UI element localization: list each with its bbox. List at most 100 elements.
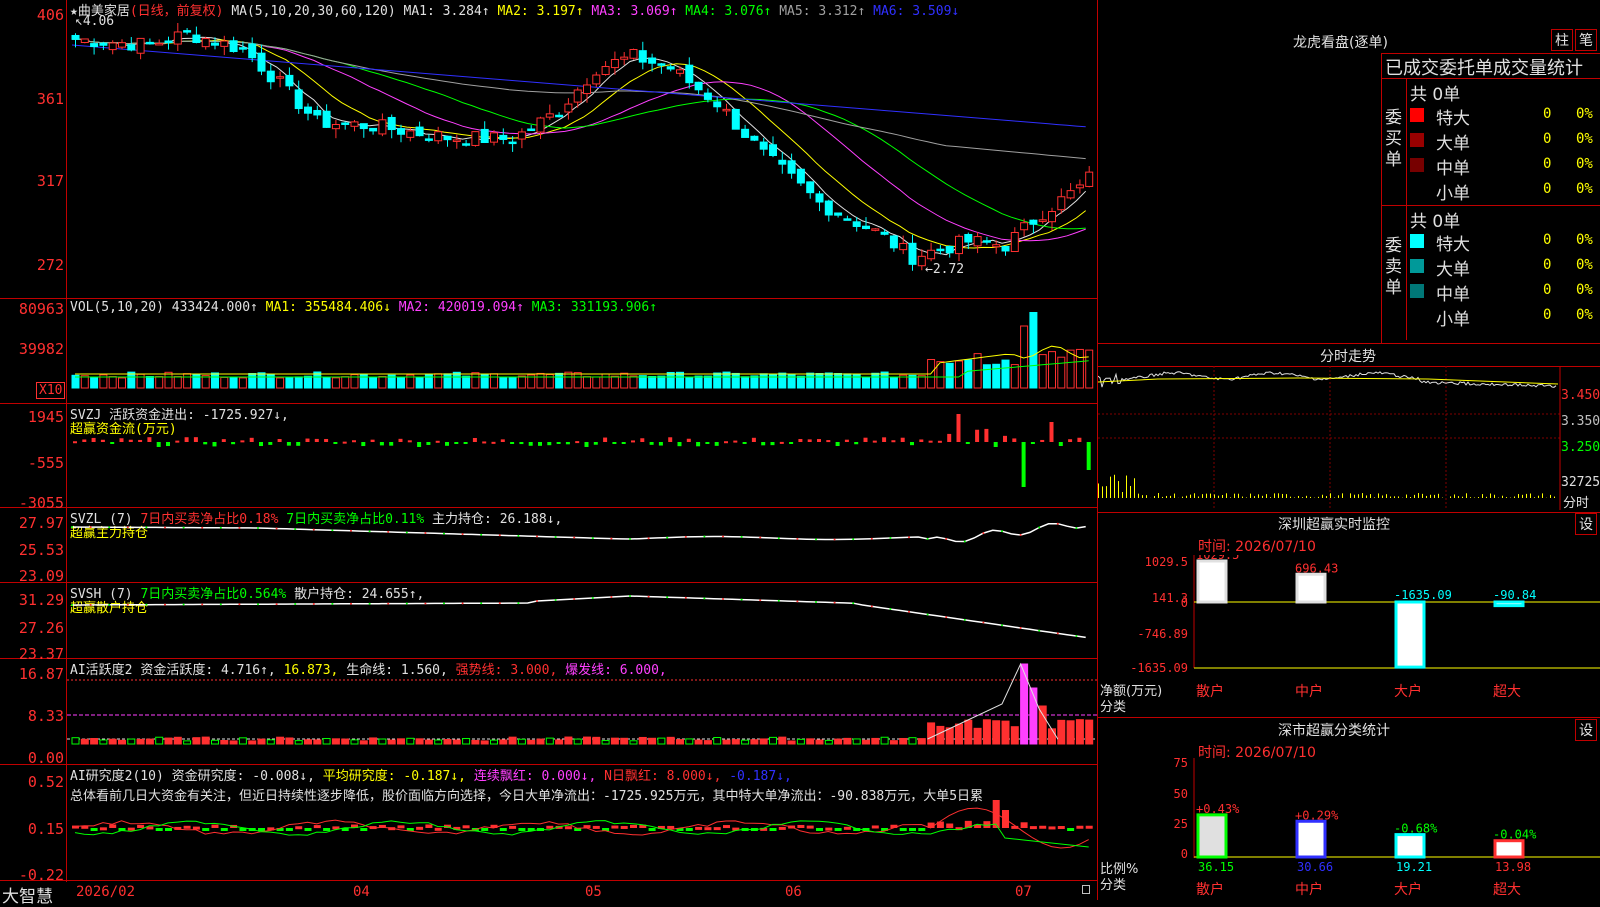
main-holding-dot bbox=[201, 527, 203, 529]
fenshi-vol-bar bbox=[1350, 493, 1351, 498]
candle bbox=[937, 249, 944, 251]
fenshi-vol-bar bbox=[1426, 496, 1427, 498]
main-chart-area[interactable]: ★曲美家居(日线，前复权) MA(5,10,20,30,60,120) MA1:… bbox=[0, 0, 1098, 900]
main-holding-dot bbox=[517, 535, 519, 537]
volume-bar bbox=[444, 374, 451, 388]
buy-row-pct: 0% bbox=[1576, 156, 1593, 172]
flow-bar bbox=[138, 440, 142, 442]
volume-bar bbox=[1058, 357, 1065, 388]
volume-bar bbox=[323, 378, 330, 388]
lock-icon[interactable] bbox=[1082, 885, 1090, 894]
fenshi-vol-bar bbox=[1322, 495, 1323, 498]
activity-bar bbox=[611, 738, 618, 744]
volume-bar bbox=[156, 377, 163, 388]
volume-bar bbox=[686, 378, 693, 388]
fenshi-vol-bar bbox=[1182, 497, 1183, 498]
research-bar bbox=[667, 826, 674, 829]
activity-bar bbox=[277, 737, 284, 744]
classify-bar-chart: 7550250+0.43%36.15散户+0.29%30.66中户-0.68%1… bbox=[1098, 758, 1600, 900]
sell-row-pct: 0% bbox=[1576, 282, 1593, 298]
fenshi-vol-bar bbox=[1370, 494, 1371, 498]
fenshi-vol-bar bbox=[1138, 494, 1139, 498]
classify-settings-button[interactable]: 设 bbox=[1575, 719, 1597, 741]
fenshi-vol-bar bbox=[1554, 497, 1555, 498]
flow-bar bbox=[1003, 436, 1007, 442]
flow-bar bbox=[1022, 442, 1026, 487]
fenshi-vol-bar bbox=[1102, 486, 1103, 498]
fenshi-vol-bar bbox=[1210, 494, 1211, 498]
retail-holding-dot bbox=[294, 603, 296, 605]
retail-holding bbox=[72, 596, 1086, 637]
flow-bar bbox=[147, 437, 151, 442]
activity-bar bbox=[621, 738, 628, 744]
flow-bar bbox=[696, 442, 700, 446]
monitor-settings-button[interactable]: 设 bbox=[1575, 513, 1597, 535]
candle bbox=[760, 142, 767, 149]
bar-view-button[interactable]: 柱 bbox=[1551, 29, 1573, 51]
fenshi-vol-bar bbox=[1154, 496, 1155, 498]
flow-bar bbox=[1077, 438, 1081, 442]
buy-color-swatch bbox=[1410, 108, 1424, 122]
flow-bar bbox=[352, 440, 356, 442]
research-bar bbox=[398, 825, 405, 828]
buy-row-label: 大单 bbox=[1436, 129, 1470, 154]
tick-view-button[interactable]: 笔 bbox=[1575, 29, 1597, 51]
fenshi-vol-bar bbox=[1198, 496, 1199, 498]
main-holding-dot bbox=[238, 527, 240, 529]
classify-value: 19.21 bbox=[1396, 860, 1432, 874]
volume-bar bbox=[1039, 355, 1046, 388]
activity-bar bbox=[630, 741, 637, 744]
research-bar bbox=[184, 826, 191, 829]
activity-bar bbox=[81, 739, 88, 744]
retail-holding-dot bbox=[238, 603, 240, 605]
retail-holding-dot bbox=[964, 619, 966, 621]
classify-bar bbox=[1198, 815, 1226, 857]
ai-research-header: AI研究度2(10) 资金研究度: -0.008↓, 平均研究度: -0.187… bbox=[70, 765, 792, 784]
ai-axis-tick: 16.87 bbox=[0, 665, 64, 683]
flow-bar bbox=[929, 441, 933, 443]
research-bar bbox=[416, 827, 423, 830]
activity-bar bbox=[174, 737, 181, 744]
activity-bar bbox=[360, 741, 367, 744]
fenshi-vol-bar bbox=[1126, 476, 1127, 498]
volume-bar bbox=[649, 377, 656, 388]
activity-bar bbox=[546, 738, 553, 744]
avg-research-line bbox=[75, 821, 1089, 847]
volume-bar bbox=[863, 378, 870, 388]
candle bbox=[323, 111, 330, 127]
activity-bar bbox=[165, 738, 172, 744]
ai-axis-tick: 8.33 bbox=[0, 707, 64, 725]
fenshi-vol-bar bbox=[1302, 497, 1303, 498]
volume-bar bbox=[435, 374, 442, 388]
activity-bar bbox=[1011, 727, 1018, 744]
buy-row-pct: 0% bbox=[1576, 131, 1593, 147]
retail-holding-dot bbox=[127, 604, 129, 606]
flow-bar bbox=[1031, 442, 1035, 444]
flow-bar bbox=[705, 442, 709, 444]
candle bbox=[351, 122, 358, 126]
research-bar bbox=[165, 828, 172, 831]
research-bar bbox=[816, 828, 823, 831]
retail-holding-dot bbox=[796, 600, 798, 602]
main-holding-dot bbox=[982, 532, 984, 534]
activity-bar bbox=[518, 739, 525, 744]
fenshi-vol-bar bbox=[1414, 495, 1415, 498]
candle bbox=[965, 234, 972, 242]
buy-row-count: 0 bbox=[1543, 156, 1551, 172]
research-bar bbox=[909, 828, 916, 831]
volume-bar bbox=[714, 373, 721, 388]
volume-bar bbox=[491, 374, 498, 388]
candle bbox=[593, 75, 600, 84]
fenshi-vol-bar bbox=[1522, 495, 1523, 498]
classify-change: +0.43% bbox=[1196, 802, 1240, 816]
fenshi-vol-bar bbox=[1338, 495, 1339, 498]
main-holding-dot bbox=[908, 536, 910, 538]
flow-bar bbox=[901, 438, 905, 442]
sell-row-pct: 0% bbox=[1576, 232, 1593, 248]
activity-bar bbox=[667, 737, 674, 744]
candle bbox=[258, 53, 265, 71]
fenshi-vol-bar bbox=[1318, 497, 1319, 498]
retail-holding-dot bbox=[369, 603, 371, 605]
activity-bar bbox=[639, 737, 646, 744]
monitor-time: 时间: 2026/07/10 bbox=[1198, 536, 1316, 556]
